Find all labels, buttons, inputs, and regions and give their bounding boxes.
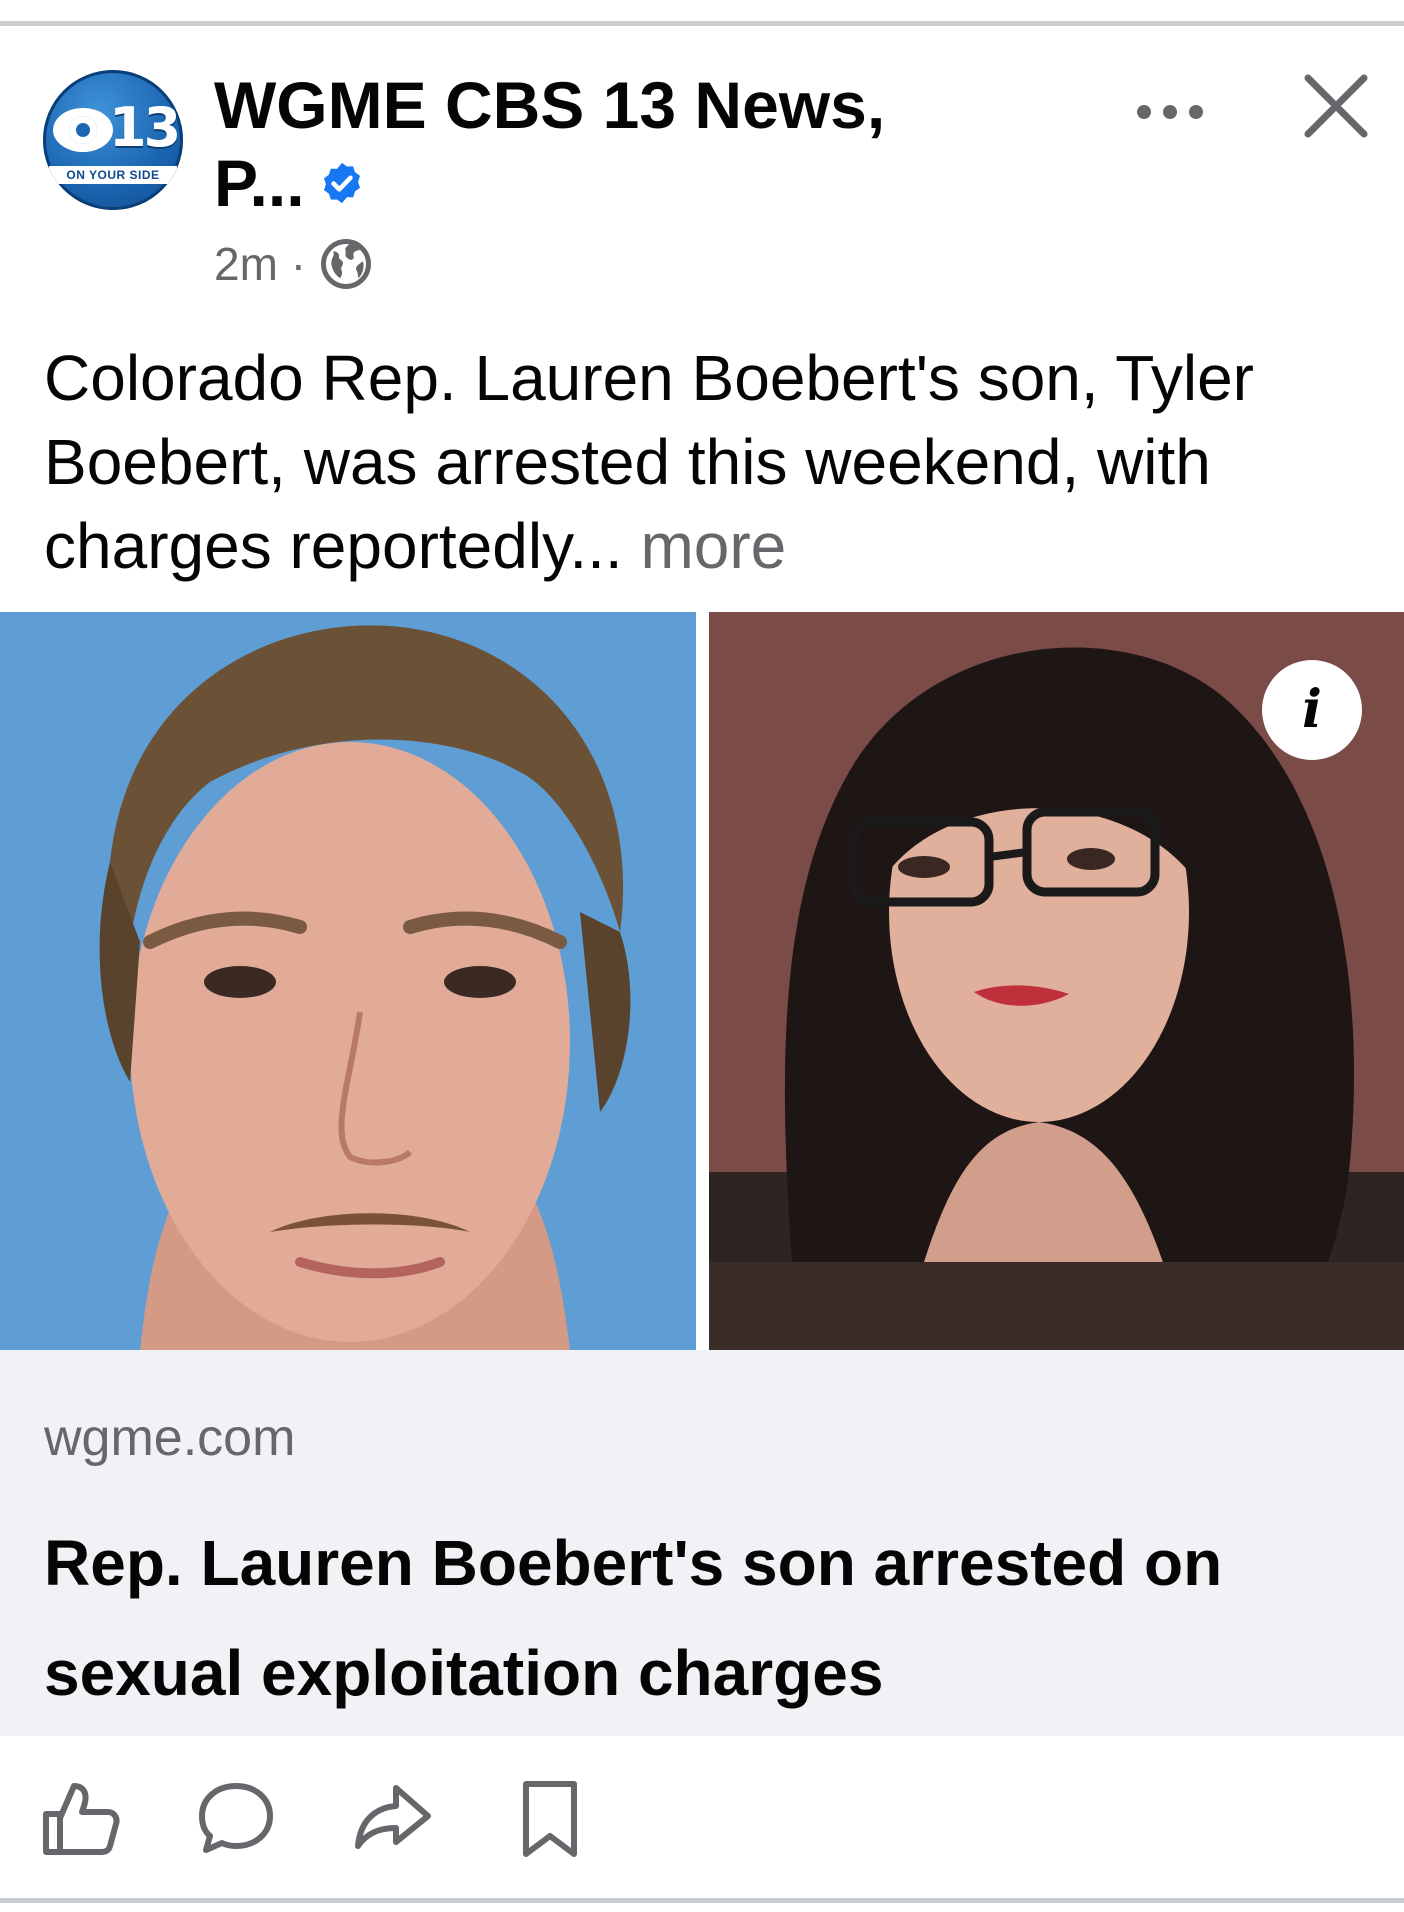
post-media[interactable] bbox=[0, 612, 1404, 1350]
close-icon bbox=[1304, 74, 1368, 138]
cbs-eye-logo bbox=[53, 108, 113, 152]
post-actions-bar bbox=[0, 1736, 1404, 1898]
mugshot-photo[interactable] bbox=[0, 612, 696, 1350]
page-name: WGME CBS 13 News, P... bbox=[214, 68, 886, 220]
page-name-link[interactable]: WGME CBS 13 News, P... bbox=[214, 66, 934, 222]
link-domain: wgme.com bbox=[44, 1409, 296, 1467]
like-icon bbox=[43, 1783, 120, 1855]
page-avatar[interactable]: 13 ON YOUR SIDE bbox=[43, 70, 183, 210]
logo-tagline: ON YOUR SIDE bbox=[49, 166, 177, 184]
post-header: 13 ON YOUR SIDE WGME CBS 13 News, P... 2… bbox=[0, 26, 1404, 326]
share-icon bbox=[355, 1785, 431, 1849]
comment-button[interactable] bbox=[196, 1778, 276, 1858]
more-options-icon bbox=[1137, 105, 1203, 119]
see-more-link[interactable]: more bbox=[640, 510, 786, 582]
comment-icon bbox=[199, 1783, 273, 1853]
share-button[interactable] bbox=[352, 1778, 432, 1858]
info-icon: i bbox=[1302, 679, 1322, 740]
save-button[interactable] bbox=[510, 1778, 590, 1858]
link-preview-card[interactable]: wgme.com Rep. Lauren Boebert's son arres… bbox=[0, 1350, 1404, 1736]
post-meta: 2m · bbox=[214, 236, 373, 295]
meta-separator: · bbox=[290, 238, 307, 290]
post-caption: Colorado Rep. Lauren Boebert's son, Tyle… bbox=[44, 336, 1374, 588]
post-options-button[interactable] bbox=[1130, 82, 1210, 142]
image-info-button[interactable]: i bbox=[1262, 660, 1362, 760]
post-timestamp[interactable]: 2m bbox=[214, 238, 278, 290]
mugshot-illustration bbox=[0, 612, 696, 1350]
verified-badge-icon bbox=[323, 162, 360, 203]
like-button[interactable] bbox=[40, 1778, 120, 1858]
close-post-button[interactable] bbox=[1296, 66, 1376, 146]
link-headline: Rep. Lauren Boebert's son arrested on se… bbox=[44, 1527, 1223, 1709]
globe-icon bbox=[320, 238, 371, 289]
logo-number: 13 bbox=[109, 96, 181, 159]
bottom-divider bbox=[0, 1898, 1404, 1903]
bookmark-icon bbox=[523, 1781, 577, 1857]
